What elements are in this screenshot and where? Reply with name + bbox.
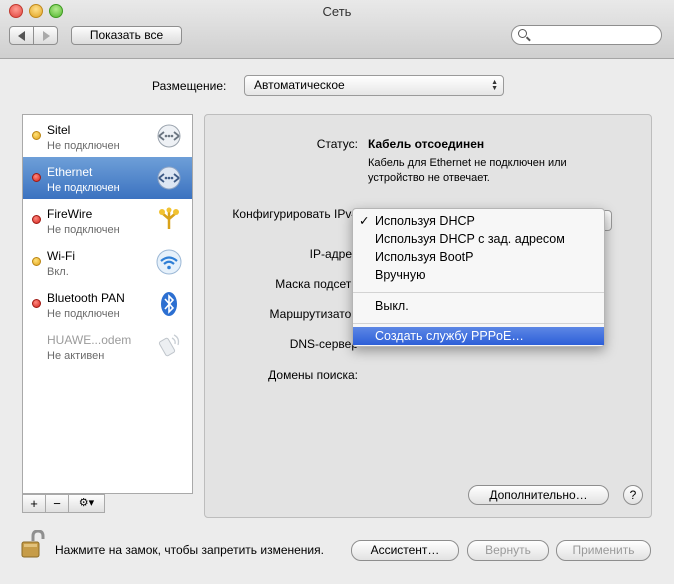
service-name: Sitel bbox=[47, 123, 71, 137]
service-item-sitel[interactable]: Sitel Не подключен bbox=[23, 115, 192, 157]
menu-item-label: Вручную bbox=[375, 268, 426, 282]
show-all-button[interactable]: Показать все bbox=[71, 26, 182, 45]
remove-service-button[interactable]: − bbox=[45, 494, 69, 513]
service-status: Не подключен bbox=[47, 182, 120, 194]
revert-button[interactable]: Вернуть bbox=[467, 540, 549, 561]
service-name: Wi-Fi bbox=[47, 249, 75, 263]
search-icon bbox=[518, 29, 527, 38]
add-service-button[interactable]: + bbox=[22, 494, 46, 513]
back-button[interactable] bbox=[9, 26, 34, 45]
status-dot-yellow-icon bbox=[32, 131, 41, 140]
status-dot-red-icon bbox=[32, 173, 41, 182]
status-description: Кабель для Ethernet не подключен или уст… bbox=[368, 157, 567, 184]
configure-ipv4-label: Конфигурировать IPv4 bbox=[232, 207, 358, 221]
phone-modem-icon bbox=[157, 124, 181, 148]
status-label: Статус: bbox=[316, 137, 358, 151]
forward-button[interactable] bbox=[33, 26, 58, 45]
menu-separator bbox=[353, 323, 604, 324]
status-dot-red-icon bbox=[32, 215, 41, 224]
forward-arrow-icon bbox=[43, 31, 50, 41]
network-preferences-window: Сеть Показать все Размещение: Автоматиче… bbox=[0, 0, 674, 584]
menu-item-bootp[interactable]: Используя BootP bbox=[353, 248, 604, 266]
menu-item-label: Используя DHCP с зад. адресом bbox=[375, 232, 565, 246]
gear-menu-button[interactable]: ⚙▾ bbox=[68, 494, 105, 513]
service-status: Не активен bbox=[47, 350, 105, 362]
status-dot-red-icon bbox=[32, 299, 41, 308]
menu-item-create-pppoe[interactable]: Создать службу PPPoE… bbox=[353, 327, 604, 345]
service-status: Не подключен bbox=[47, 308, 120, 320]
title-bar: Сеть Показать все bbox=[0, 0, 674, 59]
status-value: Кабель отсоединен bbox=[368, 137, 485, 151]
service-item-ethernet[interactable]: Ethernet Не подключен bbox=[23, 157, 192, 199]
location-label: Размещение: bbox=[152, 79, 227, 93]
window-title: Сеть bbox=[322, 4, 352, 19]
ethernet-icon bbox=[157, 166, 181, 190]
search-input[interactable] bbox=[511, 25, 662, 45]
service-item-huawei-modem[interactable]: HUAWE...odem Не активен bbox=[23, 325, 192, 367]
service-item-bluetooth-pan[interactable]: Bluetooth PAN Не подключен bbox=[23, 283, 192, 325]
menu-item-off[interactable]: Выкл. bbox=[353, 297, 604, 315]
configure-ipv4-menu: ✓ Используя DHCP Используя DHCP с зад. ад… bbox=[352, 208, 605, 347]
service-status: Не подключен bbox=[47, 224, 120, 236]
subnet-mask-label: Маска подсети bbox=[275, 277, 358, 291]
menu-item-label: Выкл. bbox=[375, 299, 409, 313]
firewire-icon bbox=[159, 207, 179, 229]
dns-server-label: DNS-сервер bbox=[289, 337, 358, 351]
service-name: FireWire bbox=[47, 207, 93, 221]
modem-icon bbox=[158, 334, 180, 357]
service-list: Sitel Не подключен Ethernet Не подключен… bbox=[22, 114, 193, 494]
service-item-firewire[interactable]: FireWire Не подключен bbox=[23, 199, 192, 241]
service-name: Ethernet bbox=[47, 165, 93, 179]
back-arrow-icon bbox=[18, 31, 25, 41]
advanced-button[interactable]: Дополнительно… bbox=[468, 485, 609, 505]
wifi-icon bbox=[156, 249, 182, 275]
assistant-button[interactable]: Ассистент… bbox=[351, 540, 459, 561]
menu-item-label: Используя DHCP bbox=[375, 214, 475, 228]
menu-item-dhcp-manual[interactable]: Используя DHCP с зад. адресом bbox=[353, 230, 604, 248]
router-label: Маршрутизатор bbox=[269, 307, 358, 321]
search-domains-label: Домены поиска: bbox=[268, 368, 358, 382]
menu-item-dhcp[interactable]: ✓ Используя DHCP bbox=[353, 212, 604, 230]
menu-separator bbox=[353, 292, 604, 293]
menu-item-label: Создать службу PPPoE… bbox=[375, 329, 524, 343]
menu-item-manual[interactable]: Вручную bbox=[353, 266, 604, 284]
location-value: Автоматическое bbox=[254, 78, 345, 92]
bluetooth-icon bbox=[161, 292, 177, 316]
service-status: Не подключен bbox=[47, 140, 120, 152]
service-name: HUAWE...odem bbox=[47, 333, 132, 347]
ip-address-label: IP-адрес bbox=[309, 247, 358, 261]
location-select[interactable]: Автоматическое ▲ ▼ bbox=[244, 75, 504, 96]
service-name: Bluetooth PAN bbox=[47, 291, 125, 305]
status-dot-yellow-icon bbox=[32, 257, 41, 266]
service-item-wifi[interactable]: Wi-Fi Вкл. bbox=[23, 241, 192, 283]
lock-icon[interactable] bbox=[20, 530, 46, 560]
service-status: Вкл. bbox=[47, 266, 69, 278]
apply-button[interactable]: Применить bbox=[556, 540, 651, 561]
menu-item-label: Используя BootP bbox=[375, 250, 474, 264]
help-button[interactable]: ? bbox=[623, 485, 643, 505]
checkmark-icon: ✓ bbox=[359, 214, 370, 228]
lock-hint-text: Нажмите на замок, чтобы запретить измене… bbox=[55, 543, 324, 557]
select-arrows-icon: ▲ ▼ bbox=[491, 79, 498, 92]
